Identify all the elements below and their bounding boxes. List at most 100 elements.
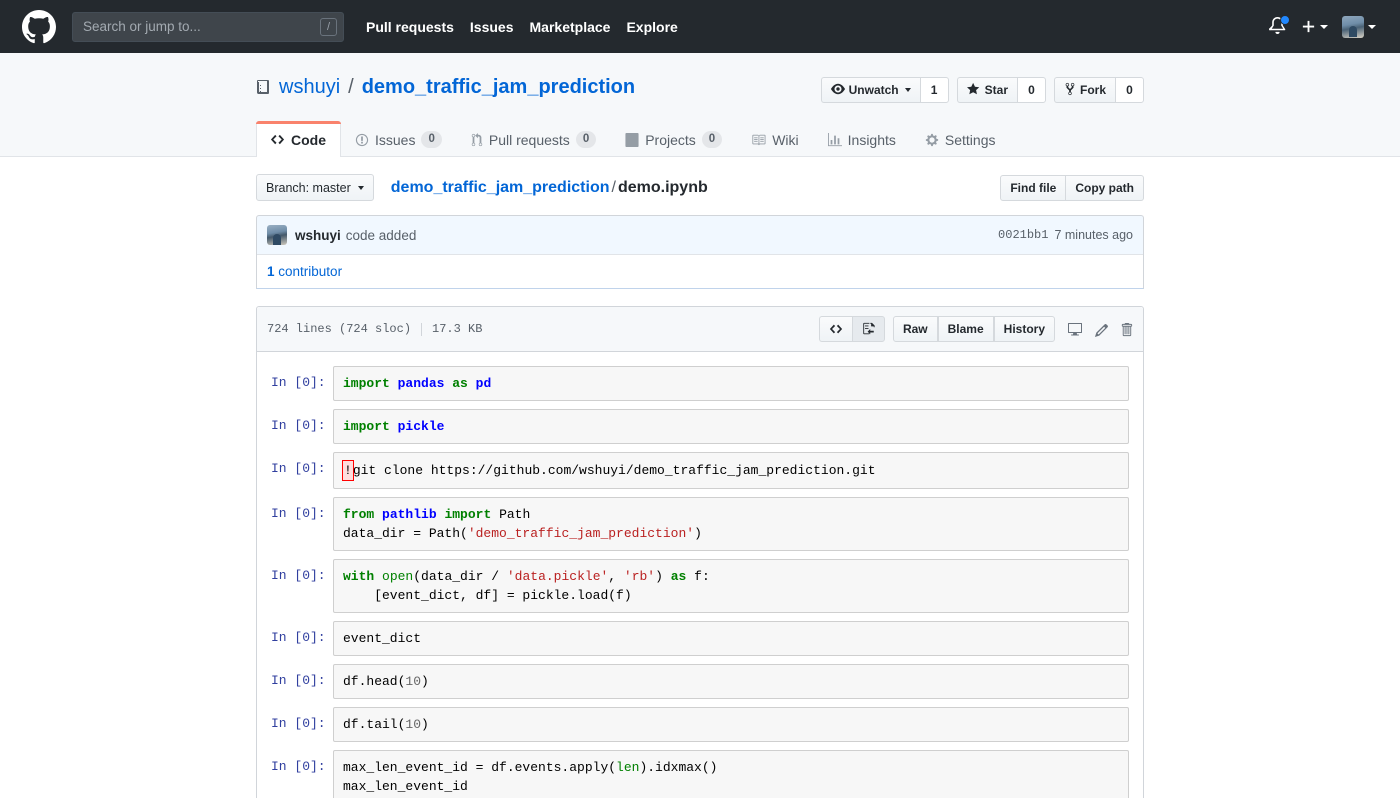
main-content: Branch: master demo_traffic_jam_predicti… xyxy=(250,157,1150,798)
code-brackets-icon[interactable] xyxy=(818,316,852,342)
cell-source[interactable]: event_dict xyxy=(333,621,1129,656)
cell-source[interactable]: df.tail(10) xyxy=(333,707,1129,742)
notebook-render: In [0]: import pandas as pd In [0]: import … xyxy=(257,352,1143,798)
cell-source[interactable]: import pandas as pd xyxy=(333,366,1129,401)
cell-source[interactable]: from pathlib import Path data_dir = Path… xyxy=(333,497,1129,551)
file-navigation: Branch: master demo_traffic_jam_predicti… xyxy=(256,174,1144,201)
file-action-buttons: Raw Blame History xyxy=(892,316,1055,342)
cell-prompt: In [0]: xyxy=(271,375,326,390)
commit-hash[interactable]: 0021bb1 xyxy=(998,228,1048,242)
commit-message[interactable]: code added xyxy=(346,228,417,243)
issue-opened-icon xyxy=(355,133,369,147)
copy-path-button[interactable]: Copy path xyxy=(1066,174,1144,201)
global-nav: Pull requests Issues Marketplace Explore xyxy=(366,19,678,35)
cell-prompt: In [0]: xyxy=(271,461,326,476)
search-input[interactable] xyxy=(72,11,344,42)
notebook-cell: In [0]: df.tail(10) xyxy=(257,707,1143,742)
project-board-icon xyxy=(625,132,639,147)
tab-code-label: Code xyxy=(291,131,326,148)
star-count[interactable]: 0 xyxy=(1016,77,1046,103)
tab-settings[interactable]: Settings xyxy=(911,121,1011,157)
file-tool-icons xyxy=(1067,321,1133,337)
breadcrumb-separator: / xyxy=(611,178,616,196)
file-meta-actions: Raw Blame History xyxy=(818,316,1133,342)
repository-header: wshuyi / demo_traffic_jam_prediction Unw… xyxy=(0,53,1400,157)
nav-marketplace[interactable]: Marketplace xyxy=(530,19,611,35)
tab-wiki-label: Wiki xyxy=(772,131,799,148)
latest-commit-box: wshuyi code added 0021bb1 7 minutes ago … xyxy=(256,215,1144,289)
create-new-button[interactable] xyxy=(1301,19,1328,34)
nav-pull-requests[interactable]: Pull requests xyxy=(366,19,454,35)
history-button[interactable]: History xyxy=(993,316,1055,342)
cell-prompt: In [0]: xyxy=(271,759,326,774)
notifications-button[interactable] xyxy=(1268,14,1290,37)
watch-count[interactable]: 1 xyxy=(919,77,949,103)
branch-selector-button[interactable]: Branch: master xyxy=(256,174,374,201)
graph-icon xyxy=(827,132,842,147)
cell-source[interactable]: df.head(10) xyxy=(333,664,1129,699)
cell-source[interactable]: import pickle xyxy=(333,409,1129,444)
repo-name-link[interactable]: demo_traffic_jam_prediction xyxy=(362,75,635,99)
breadcrumb: demo_traffic_jam_prediction / demo.ipynb xyxy=(391,179,708,197)
repo-book-icon xyxy=(256,79,272,95)
notebook-cell: In [0]: with open(data_dir / 'data.pickle… xyxy=(257,559,1143,613)
watch-button-group: Unwatch 1 xyxy=(820,77,949,103)
tab-issues-label: Issues xyxy=(375,131,416,148)
repository-title: wshuyi / demo_traffic_jam_prediction xyxy=(256,75,635,99)
account-menu-button[interactable] xyxy=(1342,15,1376,38)
cell-source[interactable]: with open(data_dir / 'data.pickle', 'rb'… xyxy=(333,559,1129,613)
notebook-cell: In [0]: import pickle xyxy=(257,409,1143,444)
cell-prompt: In [0]: xyxy=(271,506,326,521)
notification-indicator-dot xyxy=(1280,14,1290,25)
contributors-link[interactable]: 1 contributor xyxy=(267,264,342,279)
branch-selector-label: Branch: master xyxy=(266,180,351,195)
cell-source[interactable]: !git clone https://github.com/wshuyi/dem… xyxy=(333,452,1129,489)
repo-owner-link[interactable]: wshuyi xyxy=(279,75,340,99)
nav-explore[interactable]: Explore xyxy=(626,19,677,35)
commit-meta: 0021bb1 7 minutes ago xyxy=(998,228,1133,242)
tab-code[interactable]: Code xyxy=(256,121,341,157)
file-view-box: 724 lines (724 sloc) 17.3 KB Raw Blame H… xyxy=(256,306,1144,798)
nav-issues[interactable]: Issues xyxy=(470,19,514,35)
chevron-down-icon xyxy=(1320,24,1328,29)
commit-row: wshuyi code added 0021bb1 7 minutes ago xyxy=(257,216,1143,254)
tab-insights[interactable]: Insights xyxy=(814,121,911,157)
find-file-button[interactable]: Find file xyxy=(1000,174,1067,201)
tab-projects-label: Projects xyxy=(645,131,696,148)
file-nav-buttons: Find file Copy path xyxy=(1000,174,1144,201)
repo-title-separator: / xyxy=(348,76,354,98)
fork-count[interactable]: 0 xyxy=(1115,77,1144,103)
cell-source[interactable]: max_len_event_id = df.events.apply(len).… xyxy=(333,750,1129,798)
open-in-desktop-icon[interactable] xyxy=(1067,321,1083,337)
tab-pull-requests[interactable]: Pull requests 0 xyxy=(457,121,611,157)
star-icon xyxy=(966,82,981,99)
repository-tabs: Code Issues 0 Pull requests 0 Projects 0… xyxy=(256,120,1144,157)
file-document-icon[interactable] xyxy=(851,316,885,342)
github-mark-icon[interactable] xyxy=(22,9,56,44)
fork-button[interactable]: Fork xyxy=(1053,77,1115,103)
delete-trash-icon[interactable] xyxy=(1120,322,1133,337)
watch-button[interactable]: Unwatch xyxy=(820,77,920,103)
cell-prompt: In [0]: xyxy=(271,418,326,433)
file-meta-bar: 724 lines (724 sloc) 17.3 KB Raw Blame H… xyxy=(257,307,1143,352)
tab-pull-requests-label: Pull requests xyxy=(488,131,570,148)
notebook-cell: In [0]: df.head(10) xyxy=(257,664,1143,699)
star-button[interactable]: Star xyxy=(956,77,1017,103)
tab-issues[interactable]: Issues 0 xyxy=(341,121,457,157)
edit-pencil-icon[interactable] xyxy=(1094,322,1109,337)
raw-button[interactable]: Raw xyxy=(892,316,938,342)
contributors-label: contributor xyxy=(278,264,343,279)
view-toggle-group xyxy=(818,316,885,342)
meta-divider xyxy=(421,322,423,336)
tab-projects[interactable]: Projects 0 xyxy=(611,121,737,157)
tab-wiki[interactable]: Wiki xyxy=(737,121,813,157)
commit-time: 7 minutes ago xyxy=(1054,228,1133,242)
blame-button[interactable]: Blame xyxy=(937,316,994,342)
global-header: / Pull requests Issues Marketplace Explo… xyxy=(0,0,1400,53)
star-button-label: Star xyxy=(984,83,1008,97)
cell-prompt: In [0]: xyxy=(271,673,326,688)
breadcrumb-repo-link[interactable]: demo_traffic_jam_prediction xyxy=(391,179,610,196)
notebook-cell: In [0]: !git clone https://github.com/wsh… xyxy=(257,452,1143,489)
tab-pull-requests-count: 0 xyxy=(575,131,597,148)
commit-author-link[interactable]: wshuyi xyxy=(295,228,341,243)
